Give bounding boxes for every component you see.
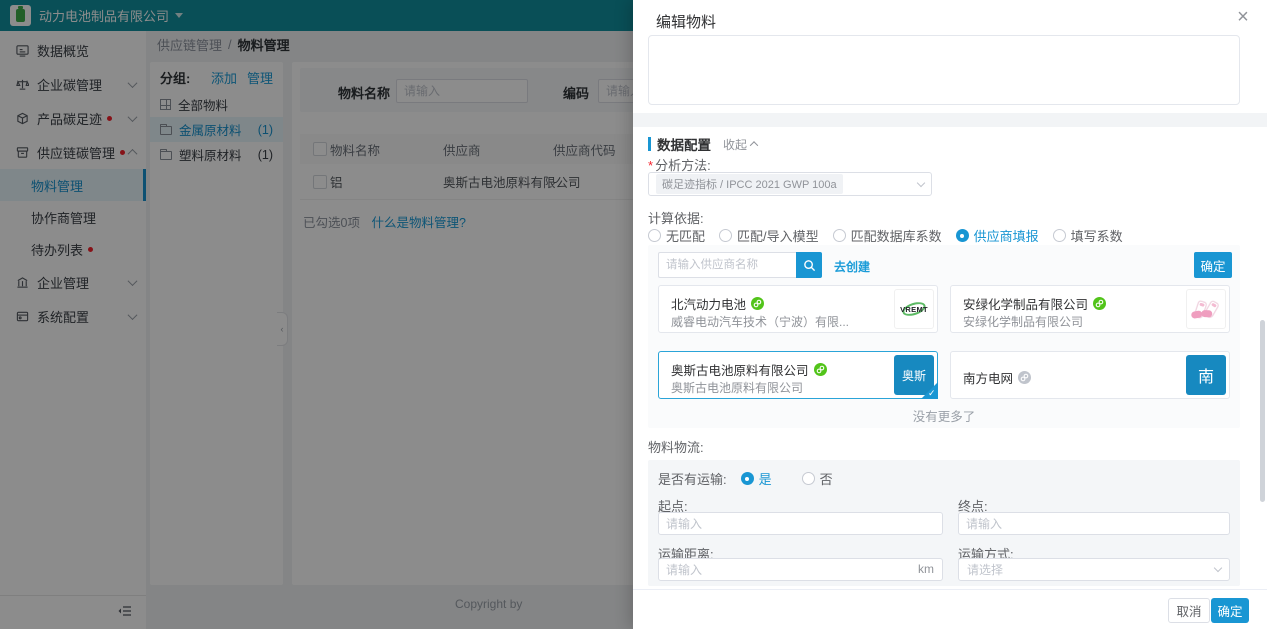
supplier-confirm-button[interactable]: 确定 (1194, 252, 1232, 278)
unlinked-icon (1018, 371, 1032, 384)
analysis-method-select[interactable]: 碳足迹指标 / IPCC 2021 GWP 100a (648, 172, 932, 196)
collapse-section-link[interactable]: 收起 (723, 136, 759, 153)
radio-icon (801, 472, 815, 485)
edit-material-drawer: 编辑物料 × 数据配置 收起 * 分析方法: 碳足迹指标 / IPCC 2021 … (633, 0, 1267, 629)
transport-radio-group: 是否有运输: 是 否 (658, 469, 833, 488)
section-divider (633, 113, 1267, 127)
analysis-method-value: 碳足迹指标 / IPCC 2021 GWP 100a (656, 174, 843, 194)
radio-match-import-model[interactable]: 匹配/导入模型 (719, 226, 819, 245)
radio-transport-no[interactable]: 否 (801, 469, 833, 488)
radio-transport-yes[interactable]: 是 (740, 469, 772, 488)
section-accent-bar (648, 137, 651, 151)
drawer-footer: 取消 确定 (633, 589, 1267, 629)
chevron-down-icon (1213, 563, 1223, 573)
scrolled-content-box (648, 35, 1240, 105)
close-icon[interactable]: × (1231, 5, 1255, 29)
linked-icon (1093, 297, 1107, 310)
transport-mode-select[interactable]: 请选择 (958, 558, 1230, 581)
supplier-card-nanfang[interactable]: 南方电网 南 (950, 351, 1230, 399)
radio-selected-icon (955, 229, 969, 242)
radio-no-match[interactable]: 无匹配 (648, 226, 705, 245)
no-more-text: 没有更多了 (912, 410, 976, 424)
radio-icon (832, 229, 846, 242)
drawer-title: 编辑物料 (656, 14, 717, 31)
radio-supplier-report[interactable]: 供应商填报 (955, 226, 1039, 245)
radio-match-db-factor[interactable]: 匹配数据库系数 (832, 226, 942, 245)
linked-icon (751, 297, 765, 310)
logistics-panel: 是否有运输: 是 否 起点: 终点: 运输距离: 运输方式: km 请选择 (648, 460, 1240, 586)
supplier-avatar: 南 (1186, 355, 1226, 395)
radio-selected-icon (740, 472, 754, 485)
vremt-logo: VREMT (894, 289, 934, 329)
supplier-search-input[interactable] (658, 252, 796, 278)
go-create-link[interactable]: 去创建 (834, 258, 870, 275)
search-button[interactable] (796, 252, 822, 278)
supplier-card-aosigu[interactable]: 奥斯古电池原料有限公司 奥斯古电池原料有限公司 奥斯 ✓ (658, 351, 938, 399)
data-config-section-header: 数据配置 收起 (648, 134, 759, 154)
radio-icon (719, 229, 733, 242)
calc-basis-label: 计算依据: (648, 211, 704, 226)
calc-basis-radio-group: 无匹配 匹配/导入模型 匹配数据库系数 供应商填报 填写系数 (648, 226, 1123, 245)
distance-input[interactable] (658, 558, 943, 581)
socks-logo (1186, 289, 1226, 329)
confirm-button[interactable]: 确定 (1211, 598, 1249, 623)
destination-input[interactable] (958, 512, 1230, 535)
radio-icon (1052, 229, 1066, 242)
linked-icon (813, 363, 827, 376)
chevron-up-icon (749, 141, 759, 150)
app-root: 动力电池制品有限公司 数据概览 企业碳管理 产品碳足迹 供应链碳管理 物料管理 (0, 0, 1267, 629)
radio-fill-factor[interactable]: 填写系数 (1052, 226, 1123, 245)
drawer-scrollbar-thumb[interactable] (1260, 320, 1265, 502)
logistics-label: 物料物流: (648, 440, 704, 455)
origin-input[interactable] (658, 512, 943, 535)
supplier-card-beiqi[interactable]: 北汽动力电池 威睿电动汽车技术（宁波）有限... VREMT (658, 285, 938, 333)
distance-unit: km (918, 562, 934, 576)
radio-icon (648, 229, 661, 242)
chevron-down-icon (916, 178, 926, 187)
supplier-card-anlv[interactable]: 安绿化学制品有限公司 安绿化学制品有限公司 (950, 285, 1230, 333)
search-icon (803, 259, 815, 271)
cancel-button[interactable]: 取消 (1168, 598, 1210, 623)
supplier-picker-panel: 去创建 确定 北汽动力电池 威睿电动汽车技术（宁波）有限... VREMT 安绿… (648, 245, 1240, 428)
modal-dim-overlay[interactable] (0, 0, 633, 629)
selected-check-icon: ✓ (921, 382, 938, 399)
